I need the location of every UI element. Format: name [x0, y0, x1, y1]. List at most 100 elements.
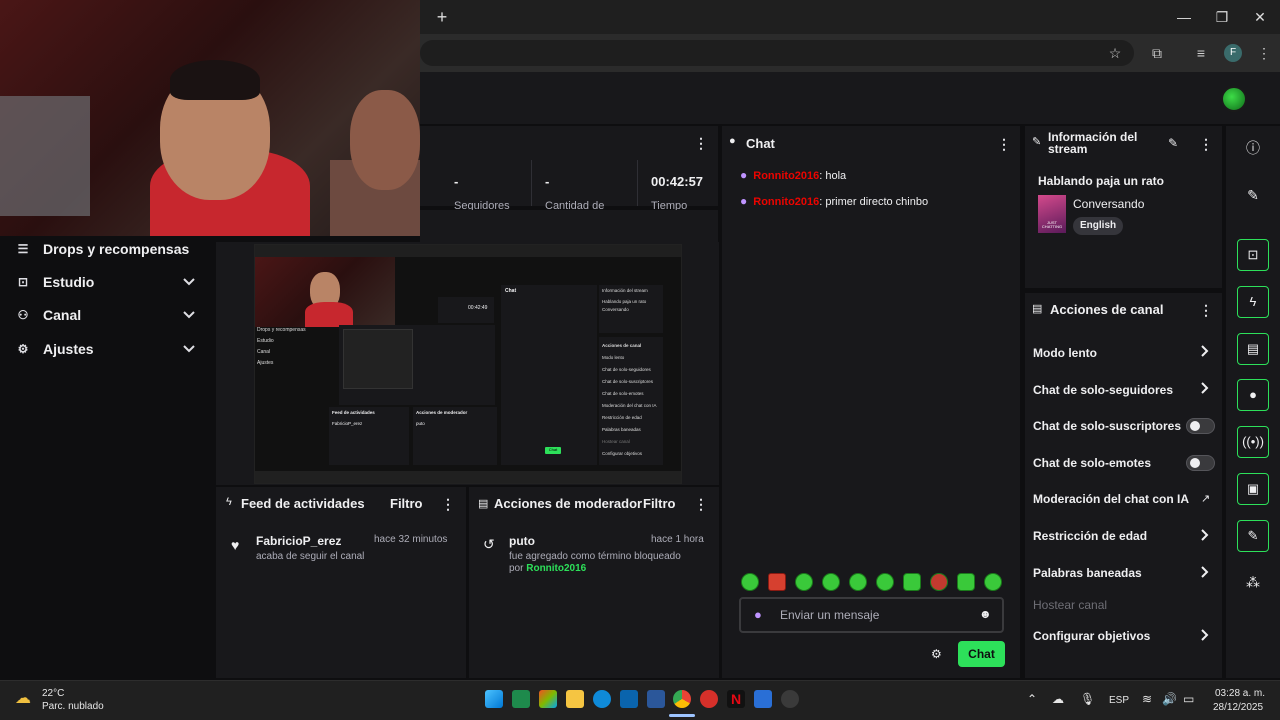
- info-icon[interactable]: ⓘ: [1237, 132, 1269, 164]
- sidebar-item-drops[interactable]: ☰ Drops y recompensas: [14, 238, 190, 260]
- start-icon[interactable]: [485, 690, 503, 708]
- cloud-icon[interactable]: ☁: [1052, 692, 1064, 706]
- opera-icon[interactable]: [700, 690, 718, 708]
- new-tab-button[interactable]: +: [432, 8, 452, 28]
- sidebar-item-estudio[interactable]: ⊡ Estudio: [14, 271, 94, 293]
- language-tag[interactable]: English: [1073, 217, 1124, 235]
- activity-feed-title: Feed de actividades: [241, 496, 365, 511]
- chevron-down-icon[interactable]: [182, 309, 198, 325]
- chat-username[interactable]: Ronnito2016: [753, 170, 819, 182]
- bookmark-star-icon[interactable]: ☆: [1106, 44, 1124, 62]
- channel-actions-menu-icon[interactable]: ⋮: [1199, 303, 1213, 317]
- extensions-icon[interactable]: ⧉: [1148, 44, 1166, 62]
- stream-preview[interactable]: Drops y recompensas Estudio Canal Ajuste…: [254, 244, 682, 484]
- language-indicator[interactable]: ESP: [1109, 695, 1129, 706]
- subscribers-only-toggle[interactable]: [1186, 418, 1215, 434]
- chevron-right-icon[interactable]: [1200, 381, 1210, 398]
- category-name[interactable]: Conversando: [1073, 197, 1144, 211]
- mod-filter-button[interactable]: Filtro: [643, 496, 676, 511]
- netflix-icon[interactable]: N: [727, 690, 745, 708]
- broadcast-icon[interactable]: ((•)): [1237, 426, 1269, 458]
- battery-icon[interactable]: ▭: [1183, 692, 1194, 706]
- stream-manager-icon[interactable]: ▣: [1237, 473, 1269, 505]
- chat-bubble-icon: ●: [729, 135, 736, 147]
- emote[interactable]: [768, 573, 786, 591]
- maximize-button[interactable]: ❐: [1210, 6, 1234, 28]
- feed-user[interactable]: FabricioP_erez: [256, 534, 341, 548]
- file-explorer-icon[interactable]: [566, 690, 584, 708]
- emote[interactable]: [849, 573, 867, 591]
- edit-pencil-icon[interactable]: ✎: [1168, 136, 1178, 150]
- emote[interactable]: [795, 573, 813, 591]
- chat-bubble-icon[interactable]: ●: [1237, 379, 1269, 411]
- minimize-button[interactable]: —: [1172, 6, 1196, 28]
- chevron-down-icon[interactable]: [182, 343, 198, 359]
- chevron-right-icon[interactable]: [1200, 628, 1210, 645]
- sidebar-item-canal[interactable]: ⚇ Canal: [14, 304, 82, 326]
- edge-icon[interactable]: [593, 690, 611, 708]
- clock-time[interactable]: 03:28 a. m.: [1215, 688, 1265, 699]
- wifi-icon[interactable]: ≋: [1142, 692, 1152, 706]
- lightning-icon[interactable]: ϟ: [1237, 286, 1269, 318]
- word-icon[interactable]: [647, 690, 665, 708]
- microphone-icon[interactable]: 🎙: [1080, 692, 1095, 706]
- outlook-icon[interactable]: [620, 690, 638, 708]
- document-icon[interactable]: ▤: [1237, 333, 1269, 365]
- emotes-only-toggle[interactable]: [1186, 455, 1215, 471]
- weather-temperature[interactable]: 22°C: [42, 688, 64, 699]
- action-set-goals[interactable]: Configurar objetivos: [1033, 629, 1150, 643]
- chat-settings-icon[interactable]: ⚙: [931, 647, 942, 661]
- edit-icon[interactable]: ✎: [1237, 179, 1269, 211]
- sidebar-item-ajustes[interactable]: ⚙ Ajustes: [14, 338, 94, 360]
- emote[interactable]: [741, 573, 759, 591]
- chevron-up-icon[interactable]: ⌃: [1027, 692, 1037, 706]
- wrench-icon[interactable]: ✎: [1237, 520, 1269, 552]
- action-age-restriction[interactable]: Restricción de edad: [1033, 529, 1147, 543]
- emote[interactable]: [984, 573, 1002, 591]
- browser-menu-icon[interactable]: ⋮: [1255, 44, 1273, 62]
- chat-menu-icon[interactable]: ⋮: [997, 137, 1011, 151]
- action-slow-mode[interactable]: Modo lento: [1033, 346, 1097, 360]
- close-window-button[interactable]: ✕: [1248, 6, 1272, 28]
- external-link-icon[interactable]: ↗: [1201, 492, 1210, 505]
- excel-icon[interactable]: [512, 690, 530, 708]
- undo-icon[interactable]: ↺: [483, 536, 495, 553]
- chevron-right-icon[interactable]: [1200, 528, 1210, 545]
- emoji-icon[interactable]: ☻: [979, 607, 992, 621]
- emote[interactable]: [930, 573, 948, 591]
- preview-feed: Feed de actividades FabricioP_erez: [329, 407, 409, 465]
- weather-condition[interactable]: Parc. nublado: [42, 701, 104, 712]
- store-icon[interactable]: [754, 690, 772, 708]
- chevron-down-icon[interactable]: [182, 276, 198, 292]
- emote[interactable]: [903, 573, 921, 591]
- chat-send-button[interactable]: Chat: [958, 641, 1005, 667]
- chevron-right-icon[interactable]: [1200, 565, 1210, 582]
- media-controls-icon[interactable]: ≡: [1192, 44, 1210, 62]
- chat-username[interactable]: Ronnito2016: [753, 196, 819, 208]
- emote[interactable]: [876, 573, 894, 591]
- activity-filter-button[interactable]: Filtro: [390, 496, 423, 511]
- emote[interactable]: [957, 573, 975, 591]
- weather-icon[interactable]: ☁: [15, 688, 31, 708]
- copilot-icon[interactable]: [539, 690, 557, 708]
- profile-avatar[interactable]: F: [1224, 44, 1242, 62]
- address-bar[interactable]: [420, 40, 1134, 66]
- clock-date[interactable]: 28/12/2025: [1213, 702, 1263, 713]
- clip-icon[interactable]: ⊡: [1237, 239, 1269, 271]
- activity-menu-icon[interactable]: ⋮: [441, 497, 455, 511]
- obs-icon[interactable]: [781, 690, 799, 708]
- mod-menu-icon[interactable]: ⋮: [694, 497, 708, 511]
- extensions-icon[interactable]: ⁂: [1237, 566, 1269, 598]
- chevron-right-icon[interactable]: [1200, 344, 1210, 361]
- chrome-icon[interactable]: [673, 690, 691, 708]
- user-avatar[interactable]: [1221, 86, 1247, 112]
- preview-browser-bar: [255, 245, 681, 257]
- stream-info-menu-icon[interactable]: ⋮: [1199, 137, 1213, 151]
- volume-icon[interactable]: 🔊: [1162, 692, 1177, 706]
- action-banned-words[interactable]: Palabras baneadas: [1033, 566, 1142, 580]
- action-followers-only[interactable]: Chat de solo-seguidores: [1033, 383, 1173, 397]
- action-ai-moderation[interactable]: Moderación del chat con IA: [1033, 492, 1189, 506]
- mod-user[interactable]: Ronnito2016: [526, 563, 586, 574]
- emote[interactable]: [822, 573, 840, 591]
- stats-menu-icon[interactable]: ⋮: [694, 136, 708, 150]
